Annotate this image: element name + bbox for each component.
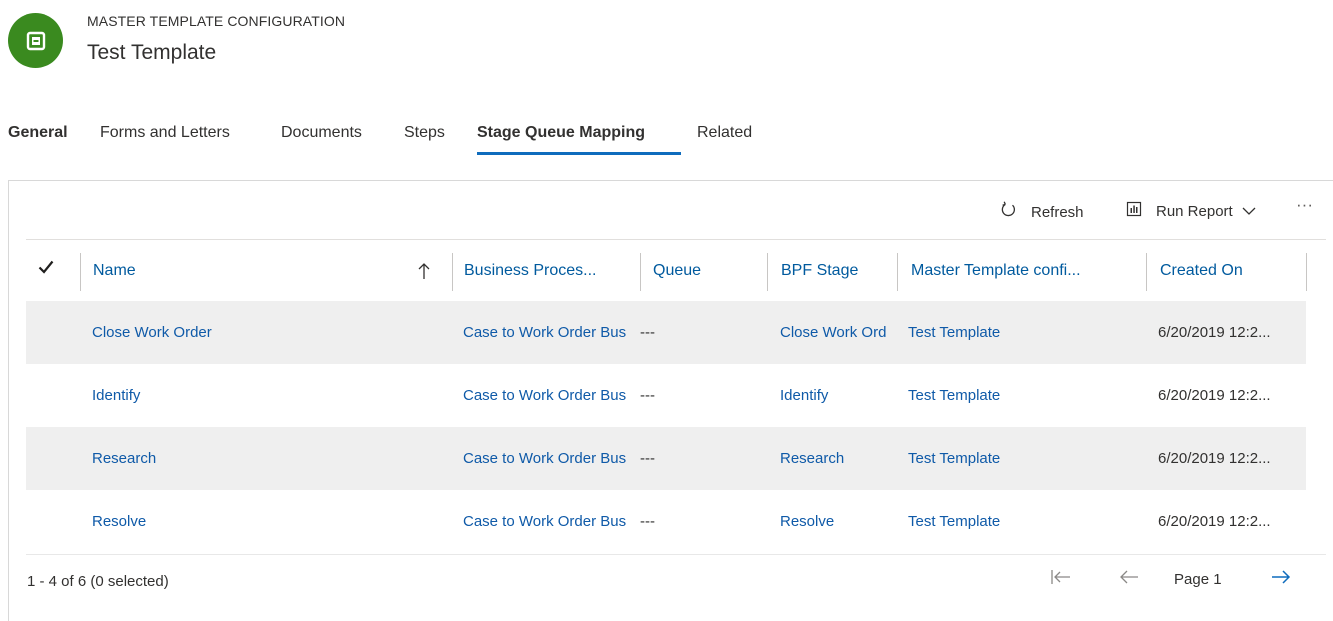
tab-forms-and-letters[interactable]: Forms and Letters	[100, 124, 230, 142]
column-separator	[640, 253, 641, 291]
grid-header: Name Business Proces... Queue BPF Stage …	[26, 239, 1326, 302]
entity-type-label: MASTER TEMPLATE CONFIGURATION	[87, 13, 346, 29]
column-header-business-process[interactable]: Business Proces...	[464, 240, 597, 302]
cell-name[interactable]: Resolve	[92, 490, 442, 553]
active-tab-indicator	[477, 152, 681, 155]
next-page-icon[interactable]	[1270, 567, 1292, 592]
column-header-queue[interactable]: Queue	[653, 240, 701, 302]
cell-business-process[interactable]: Case to Work Order Bus	[463, 490, 637, 553]
cell-created-on: 6/20/2019 12:2...	[1158, 324, 1271, 341]
column-separator	[897, 253, 898, 291]
refresh-button[interactable]: Refresh	[999, 201, 1084, 223]
column-header-bpf-stage[interactable]: BPF Stage	[781, 240, 858, 302]
tab-related[interactable]: Related	[697, 124, 752, 142]
cell-created-on: 6/20/2019 12:2...	[1158, 450, 1271, 467]
cell-bpf-stage[interactable]: Research	[780, 427, 901, 490]
record-title: Test Template	[87, 41, 217, 64]
table-row[interactable]: Research Case to Work Order Bus --- Rese…	[26, 427, 1306, 490]
cell-queue: ---	[640, 324, 655, 341]
column-header-name[interactable]: Name	[93, 240, 136, 302]
cell-bpf-stage[interactable]: Close Work Ord	[780, 301, 901, 364]
sort-ascending-icon[interactable]	[418, 240, 430, 302]
refresh-icon	[999, 201, 1017, 223]
run-report-label: Run Report	[1156, 202, 1233, 220]
record-count-status: 1 - 4 of 6 (0 selected)	[27, 573, 169, 590]
cell-business-process[interactable]: Case to Work Order Bus	[463, 427, 637, 490]
tab-documents[interactable]: Documents	[281, 124, 362, 142]
cell-master-template[interactable]: Test Template	[908, 364, 1138, 427]
cell-created-on: 6/20/2019 12:2...	[1158, 513, 1271, 530]
column-separator	[80, 253, 81, 291]
more-commands-button[interactable]: ···	[1296, 195, 1313, 215]
cell-name[interactable]: Identify	[92, 364, 442, 427]
column-header-master-template[interactable]: Master Template confi...	[911, 240, 1081, 302]
cell-queue: ---	[640, 450, 655, 467]
cell-master-template[interactable]: Test Template	[908, 490, 1138, 553]
cell-bpf-stage[interactable]: Resolve	[780, 490, 901, 553]
cell-master-template[interactable]: Test Template	[908, 427, 1138, 490]
cell-queue: ---	[640, 513, 655, 530]
cell-bpf-stage[interactable]: Identify	[780, 364, 901, 427]
column-separator	[1306, 253, 1307, 291]
page-number-label: Page 1	[1174, 571, 1222, 588]
run-report-button[interactable]: Run Report	[1126, 201, 1256, 221]
select-all-checkmark-icon[interactable]	[38, 260, 54, 279]
cell-master-template[interactable]: Test Template	[908, 301, 1138, 364]
table-row[interactable]: Identify Case to Work Order Bus --- Iden…	[26, 364, 1306, 427]
column-header-created-on[interactable]: Created On	[1160, 240, 1243, 302]
tab-steps[interactable]: Steps	[404, 124, 445, 142]
subgrid: Refresh Run Report ··· Name Business Pro…	[8, 180, 1333, 621]
chevron-down-icon	[1242, 203, 1256, 220]
refresh-label: Refresh	[1031, 203, 1084, 221]
column-separator	[767, 253, 768, 291]
cell-created-on: 6/20/2019 12:2...	[1158, 387, 1271, 404]
table-row[interactable]: Close Work Order Case to Work Order Bus …	[26, 301, 1306, 364]
cell-queue: ---	[640, 387, 655, 404]
record-avatar	[8, 13, 63, 68]
footer-divider	[26, 554, 1326, 555]
report-icon	[1126, 201, 1142, 221]
cell-business-process[interactable]: Case to Work Order Bus	[463, 364, 637, 427]
column-separator	[1146, 253, 1147, 291]
tab-general[interactable]: General	[8, 124, 68, 142]
previous-page-icon[interactable]	[1118, 567, 1140, 592]
column-separator	[452, 253, 453, 291]
cell-business-process[interactable]: Case to Work Order Bus	[463, 301, 637, 364]
tab-stage-queue-mapping[interactable]: Stage Queue Mapping	[477, 124, 645, 142]
command-bar: Refresh Run Report ···	[9, 181, 1333, 237]
entity-icon	[26, 31, 45, 50]
cell-name[interactable]: Research	[92, 427, 442, 490]
table-row[interactable]: Resolve Case to Work Order Bus --- Resol…	[26, 490, 1306, 553]
first-page-icon[interactable]	[1050, 567, 1072, 592]
cell-name[interactable]: Close Work Order	[92, 301, 442, 364]
